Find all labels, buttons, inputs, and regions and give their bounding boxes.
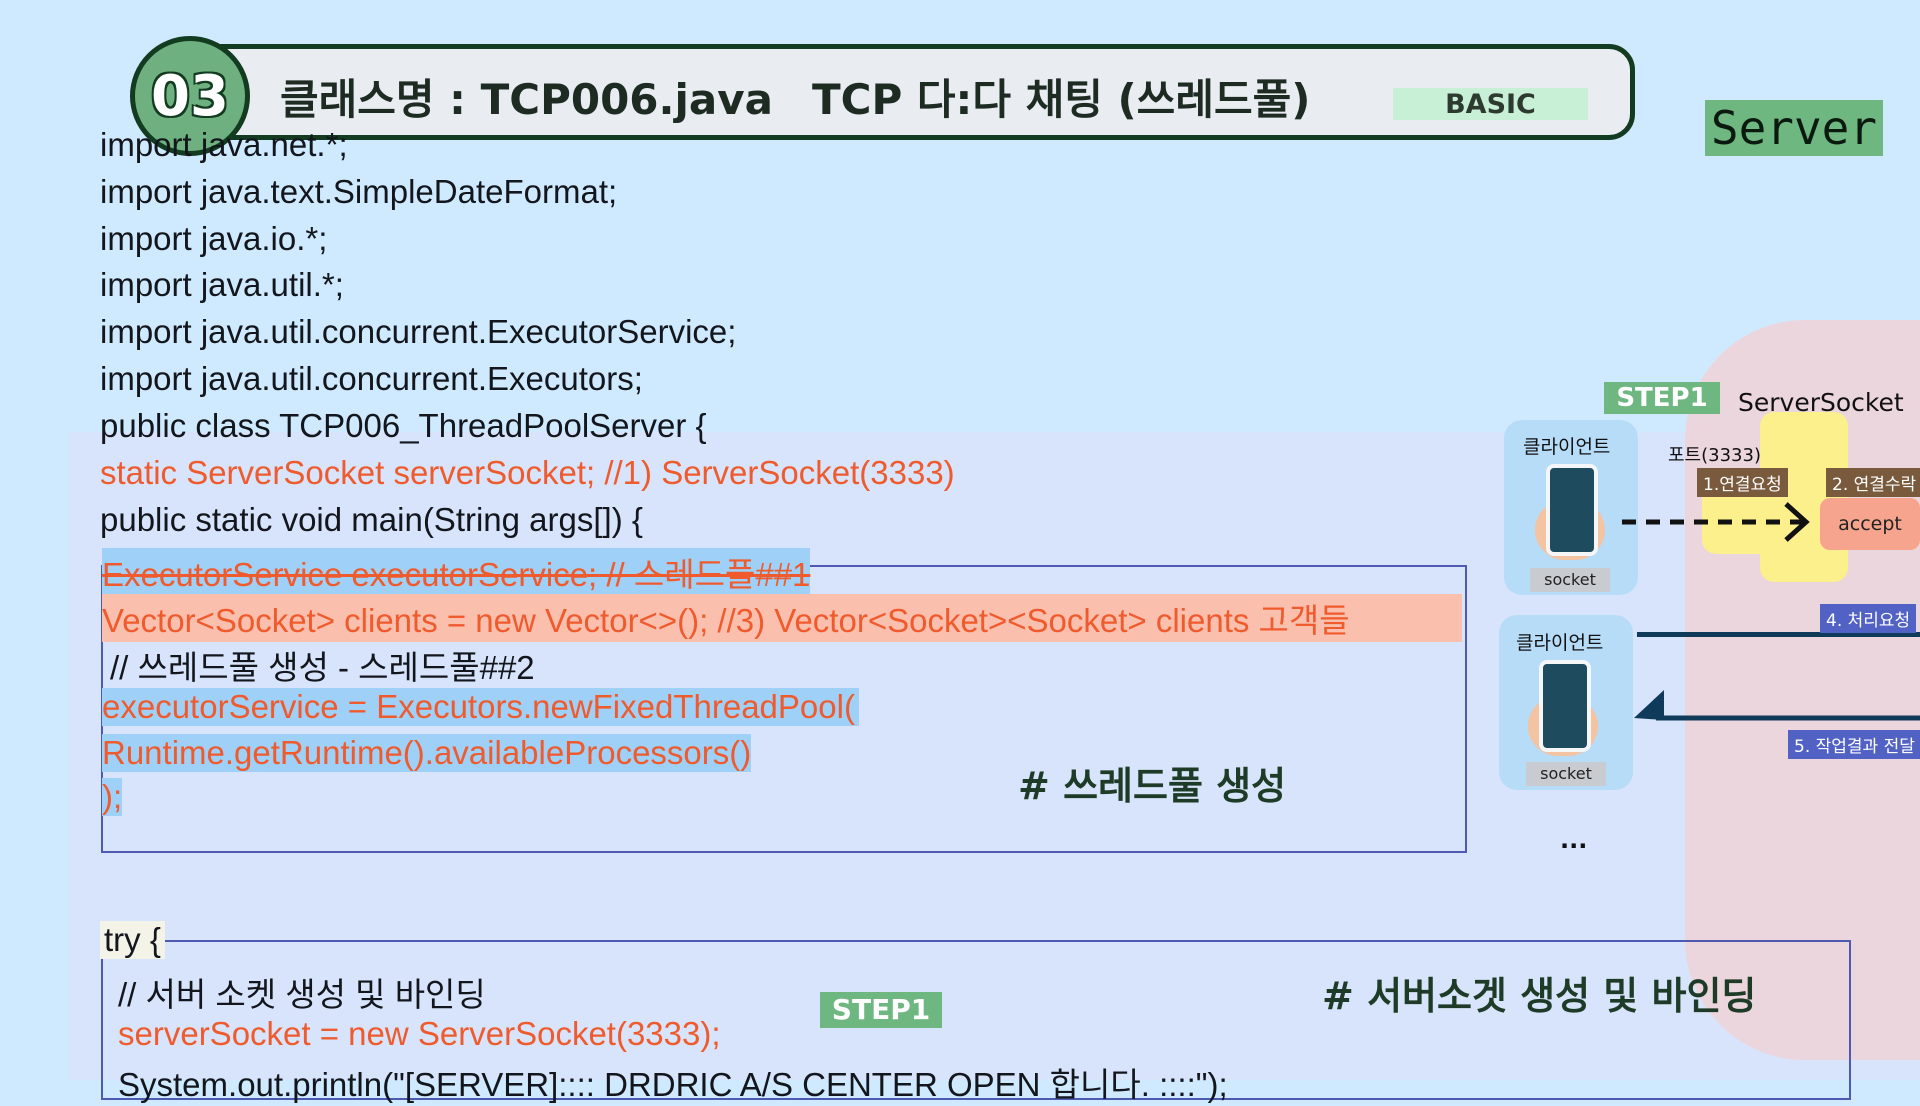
thread-pool-annotation: # 쓰레드풀 생성 — [1018, 764, 1287, 808]
code-line: Runtime.getRuntime().availableProcessors… — [102, 734, 752, 772]
connect-arrow — [1622, 502, 1810, 542]
code-line: public static void main(String args[]) { — [100, 501, 643, 538]
code-line: import java.net.*; — [100, 126, 348, 163]
code-line: ExecutorService executorService; // 스레드풀… — [102, 548, 811, 596]
code-line: import java.util.*; — [100, 266, 344, 303]
server-socket-annotation: # 서버소겟 생성 및 바인딩 — [1322, 974, 1757, 1018]
step1-code-tag: STEP1 — [820, 992, 942, 1028]
code-line: import java.util.concurrent.ExecutorServ… — [100, 313, 737, 350]
code-line: import java.util.concurrent.Executors; — [100, 360, 643, 397]
code-line: static ServerSocket serverSocket; //1) S… — [100, 454, 955, 491]
code-line: System.out.println("[SERVER]:::: DRDRIC … — [118, 1066, 1228, 1103]
socket-tag: socket — [1526, 762, 1606, 786]
step-result-delivery: 5. 작업결과 전달 — [1788, 730, 1920, 759]
code-line: public class TCP006_ThreadPoolServer { — [100, 407, 707, 444]
port-label: 포트(3333) — [1668, 445, 1761, 466]
level-badge: BASIC — [1393, 88, 1588, 120]
step-process-request: 4. 처리요청 — [1820, 604, 1917, 633]
result-arrow — [1634, 690, 1920, 721]
step1-diagram-tag: STEP1 — [1604, 382, 1720, 414]
code-line: serverSocket = new ServerSocket(3333); — [118, 1015, 721, 1052]
client-label: 클라이언트 — [1516, 632, 1604, 654]
server-label: Server — [1705, 100, 1883, 156]
socket-tag: socket — [1530, 568, 1610, 592]
class-name-title: 클래스명 : TCP006.java — [280, 75, 773, 124]
code-line: try { — [100, 921, 165, 959]
phone-icon — [1546, 464, 1598, 556]
step-connect-accept: 2. 연결수락 — [1826, 468, 1920, 497]
subject-title: TCP 다:다 채팅 (쓰레드풀) — [812, 75, 1311, 124]
more-clients: ... — [1560, 826, 1588, 854]
phone-icon — [1539, 660, 1591, 752]
code-line: import java.text.SimpleDateFormat; — [100, 173, 618, 210]
client-label: 클라이언트 — [1523, 436, 1611, 458]
code-line: ); — [102, 778, 123, 816]
accept-box: accept — [1820, 498, 1920, 550]
code-line: executorService = Executors.newFixedThre… — [102, 688, 859, 726]
code-line: import java.io.*; — [100, 220, 328, 257]
code-line: Vector<Socket> clients = new Vector<>();… — [102, 594, 1462, 642]
code-line: // 쓰레드풀 생성 - 스레드풀##2 — [110, 649, 535, 686]
code-line: // 서버 소켓 생성 및 바인딩 — [118, 976, 486, 1013]
